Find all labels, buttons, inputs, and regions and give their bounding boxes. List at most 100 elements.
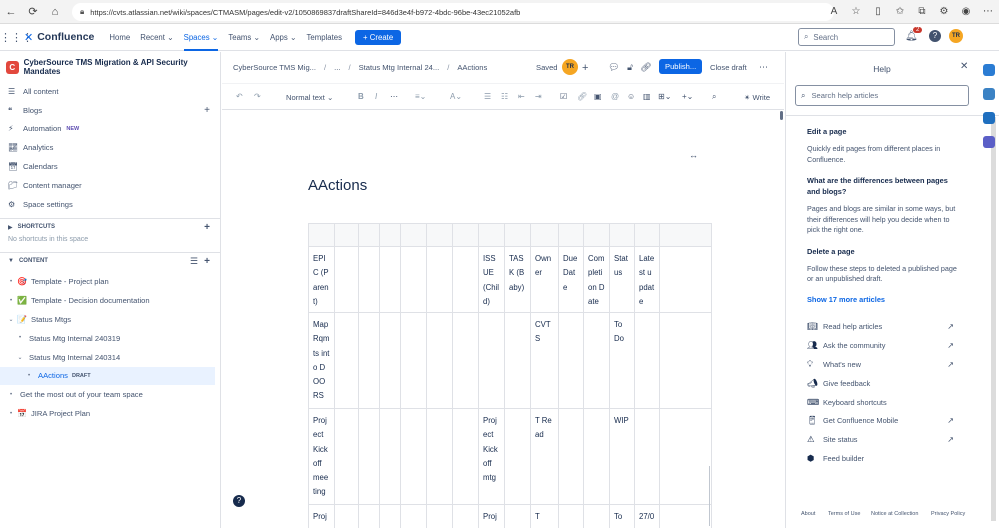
bold-icon[interactable]: B: [358, 92, 364, 101]
table-cell[interactable]: [558, 504, 584, 528]
page-tree-item[interactable]: • Get the most out of your team space: [0, 385, 220, 404]
content-section[interactable]: ▼ CONTENT ☰ +: [0, 253, 220, 270]
table-cell[interactable]: [452, 504, 479, 528]
app-switcher-icon[interactable]: ⋮⋮⋮: [0, 31, 33, 44]
address-bar[interactable]: 🔒︎ https://cvts.atlassian.net/wiki/space…: [72, 3, 834, 21]
outlook-icon[interactable]: [982, 64, 995, 76]
table-cell[interactable]: [334, 408, 359, 505]
help-article-title[interactable]: What are the differences between pages a…: [807, 175, 961, 197]
back-icon[interactable]: ←: [0, 6, 22, 18]
create-button[interactable]: + Create: [355, 29, 402, 45]
redo-icon[interactable]: ↷: [254, 92, 261, 101]
outlook-mail-icon[interactable]: [982, 112, 995, 124]
table-cell[interactable]: T Read: [530, 408, 559, 505]
page-tree-item[interactable]: • ✅ Template - Decision documentation: [0, 291, 220, 310]
shortcuts-section[interactable]: ▶ SHORTCUTS +: [0, 219, 220, 236]
table-header-cell[interactable]: [379, 223, 401, 247]
content-table[interactable]: EPIC (Parent) ISSUE (Child) TASK (Baby) Own…: [308, 223, 712, 528]
breadcrumb-current[interactable]: AActions: [457, 63, 487, 72]
table-cell[interactable]: [334, 246, 359, 313]
table-cell[interactable]: [583, 504, 610, 528]
nav-apps[interactable]: Apps ⌄: [270, 33, 296, 42]
close-draft-button[interactable]: Close draft: [710, 63, 747, 72]
table-header-cell[interactable]: [583, 223, 610, 247]
publish-button[interactable]: Publish...: [659, 59, 703, 74]
table-cell[interactable]: To Do: [609, 312, 635, 409]
filter-icon[interactable]: ☰: [190, 256, 198, 267]
bullet-icon[interactable]: •: [6, 279, 16, 285]
favorite-icon[interactable]: ☆: [845, 3, 867, 21]
table-cell[interactable]: Owner: [530, 246, 559, 313]
footer-about[interactable]: About: [801, 511, 815, 517]
undo-icon[interactable]: ↶: [236, 92, 243, 101]
reader-icon[interactable]: A: [823, 3, 845, 21]
restrictions-icon[interactable]: 🔓︎: [622, 62, 638, 73]
outdent-icon[interactable]: ⇤: [518, 92, 525, 101]
help-link-feed-builder[interactable]: ⬢ Feed builder: [807, 449, 954, 468]
add-shortcut-icon[interactable]: +: [204, 222, 210, 233]
bullet-icon[interactable]: •: [24, 373, 34, 379]
table-cell[interactable]: [358, 312, 380, 409]
breadcrumb-ellipsis[interactable]: ...: [334, 63, 340, 72]
add-content-icon[interactable]: +: [204, 256, 210, 267]
text-color-icon[interactable]: A⌄: [450, 92, 462, 101]
search-input[interactable]: ⌕ Search: [798, 28, 895, 46]
page-tree-item[interactable]: ⌄ 📝 Status Mtgs: [0, 310, 220, 329]
table-cell[interactable]: [504, 504, 531, 528]
add-blog-icon[interactable]: +: [204, 105, 210, 116]
table-cell[interactable]: [400, 312, 427, 409]
table-cell[interactable]: Status: [609, 246, 635, 313]
collaborator-avatar[interactable]: TR: [562, 59, 578, 75]
table-cell[interactable]: [659, 408, 712, 505]
table-cell[interactable]: [452, 246, 479, 313]
collections-icon[interactable]: ⧉: [911, 3, 933, 21]
chevron-down-icon[interactable]: ⌄: [6, 316, 16, 323]
table-cell[interactable]: [504, 312, 531, 409]
split-screen-icon[interactable]: ▯: [867, 3, 889, 21]
refresh-icon[interactable]: ⟳: [22, 5, 44, 18]
sidebar-item-calendars[interactable]: 📅︎ Calendars: [0, 157, 220, 176]
table-cell[interactable]: [478, 312, 505, 409]
table-cell[interactable]: [452, 312, 479, 409]
table-cell[interactable]: [379, 504, 401, 528]
table-header-cell[interactable]: [609, 223, 635, 247]
bullet-icon[interactable]: •: [15, 335, 25, 341]
table-cell[interactable]: [334, 312, 359, 409]
bullet-icon[interactable]: •: [6, 411, 16, 417]
table-header-cell[interactable]: [426, 223, 453, 247]
home-icon[interactable]: ⌂: [44, 6, 66, 18]
comment-icon[interactable]: 💬︎: [606, 62, 622, 73]
extensions-icon[interactable]: ⚙: [933, 3, 955, 21]
table-cell[interactable]: [379, 408, 401, 505]
link-icon[interactable]: 🔗︎: [638, 62, 654, 73]
table-cell[interactable]: [659, 312, 712, 409]
help-link-keyboard-shortcuts[interactable]: ⌨ Keyboard shortcuts: [807, 393, 954, 412]
table-cell[interactable]: Proj: [478, 504, 505, 528]
table-cell[interactable]: [426, 246, 453, 313]
sidebar-item-content-manager[interactable]: 📁︎ Content manager: [0, 176, 220, 195]
help-search-input[interactable]: ⌕ Search help articles: [795, 85, 969, 106]
table-header-cell[interactable]: [634, 223, 660, 247]
full-width-toggle-icon[interactable]: ↔: [689, 150, 698, 160]
sidebar-item-all-content[interactable]: ☰ All content: [0, 82, 220, 101]
bullet-list-icon[interactable]: ☰: [484, 92, 491, 101]
table-cell[interactable]: To: [609, 504, 635, 528]
table-header-cell[interactable]: [400, 223, 427, 247]
help-link-site-status[interactable]: ⚠ Site status ↗: [807, 430, 954, 449]
footer-notice[interactable]: Notice at Collection: [871, 511, 918, 517]
table-cell[interactable]: [558, 312, 584, 409]
table-cell[interactable]: [634, 408, 660, 505]
table-cell[interactable]: Project Kick off mtg: [478, 408, 505, 505]
table-cell[interactable]: [334, 504, 359, 528]
table-cell[interactable]: [379, 246, 401, 313]
chevron-down-icon[interactable]: ⌄: [15, 354, 25, 361]
help-article-title[interactable]: Delete a page: [807, 246, 961, 257]
breadcrumb-parent[interactable]: Status Mtg Internal 24...: [359, 63, 440, 72]
alignment-icon[interactable]: ≡⌄: [415, 92, 426, 101]
table-cell[interactable]: CVTS: [530, 312, 559, 409]
link-insert-icon[interactable]: 🔗︎: [577, 92, 587, 101]
sidebar-item-analytics[interactable]: 📈︎ Analytics: [0, 138, 220, 157]
confluence-logo[interactable]: ✕ Confluence: [24, 31, 94, 44]
footer-privacy[interactable]: Privacy Policy: [931, 511, 965, 517]
table-cell[interactable]: WIP: [609, 408, 635, 505]
